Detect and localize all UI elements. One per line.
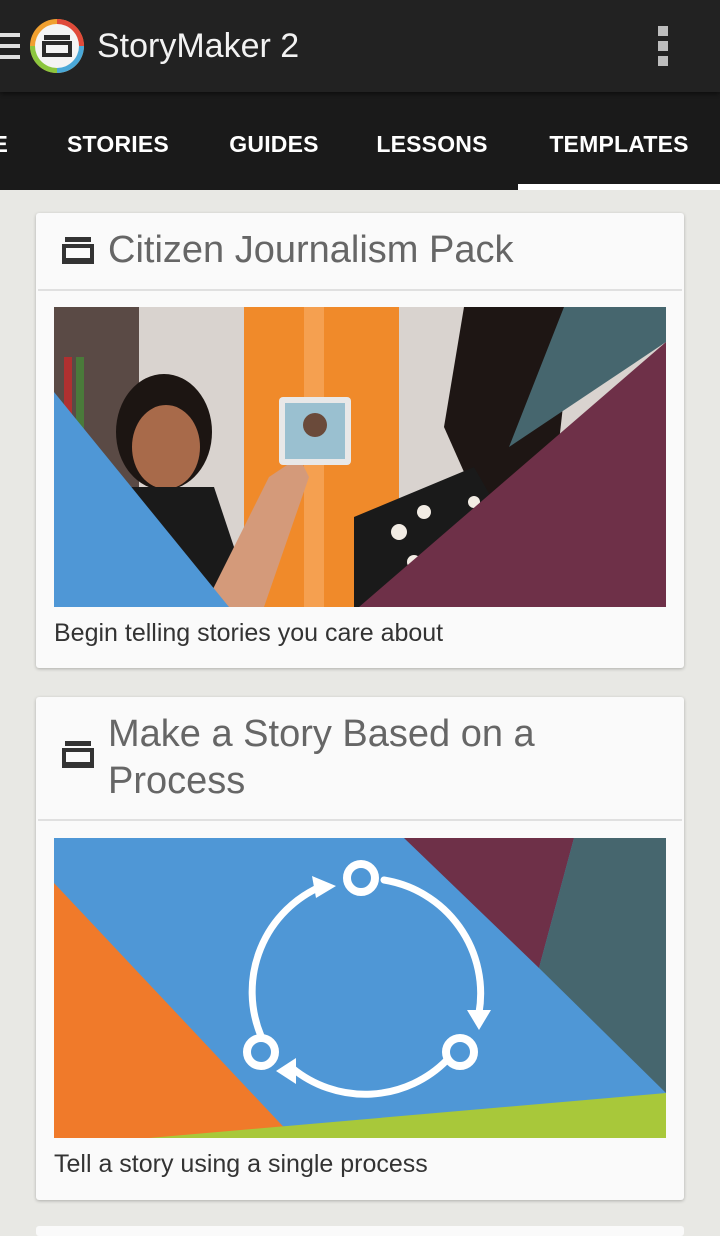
tab-stories[interactable]: STORIES — [38, 92, 198, 190]
app-bar: StoryMaker 2 — [0, 0, 720, 92]
template-card-process-story[interactable]: Make a Story Based on a Process Tell a s… — [36, 697, 684, 1200]
card-title: Make a Story Based on a Process — [108, 713, 535, 802]
archive-box-icon — [62, 237, 94, 264]
tab-home-partial[interactable]: E — [0, 92, 8, 190]
cover-photo-illustration — [54, 307, 666, 607]
tab-lessons[interactable]: LESSONS — [352, 92, 512, 190]
template-cover-image — [54, 307, 666, 607]
hamburger-menu-icon[interactable] — [0, 33, 20, 61]
selected-tab-indicator — [518, 184, 720, 190]
card-description: Begin telling stories you care about — [54, 619, 444, 647]
app-title: StoryMaker 2 — [97, 27, 300, 65]
template-cover-image — [54, 838, 666, 1138]
card-divider — [38, 819, 682, 821]
card-description: Tell a story using a single process — [54, 1150, 428, 1178]
tab-guides[interactable]: GUIDES — [204, 92, 344, 190]
process-cycle-illustration — [54, 838, 666, 1138]
tab-templates[interactable]: TEMPLATES — [518, 92, 720, 190]
archive-box-icon — [62, 741, 94, 768]
storymaker-logo-icon[interactable] — [29, 18, 85, 74]
overflow-menu-icon[interactable] — [652, 26, 676, 68]
card-divider — [38, 289, 682, 291]
card-title: Citizen Journalism Pack — [108, 229, 514, 271]
template-card-citizen-journalism[interactable]: Citizen Journalism Pack Begin telling st… — [36, 213, 684, 668]
tab-bar: E STORIES GUIDES LESSONS TEMPLATES — [0, 92, 720, 190]
